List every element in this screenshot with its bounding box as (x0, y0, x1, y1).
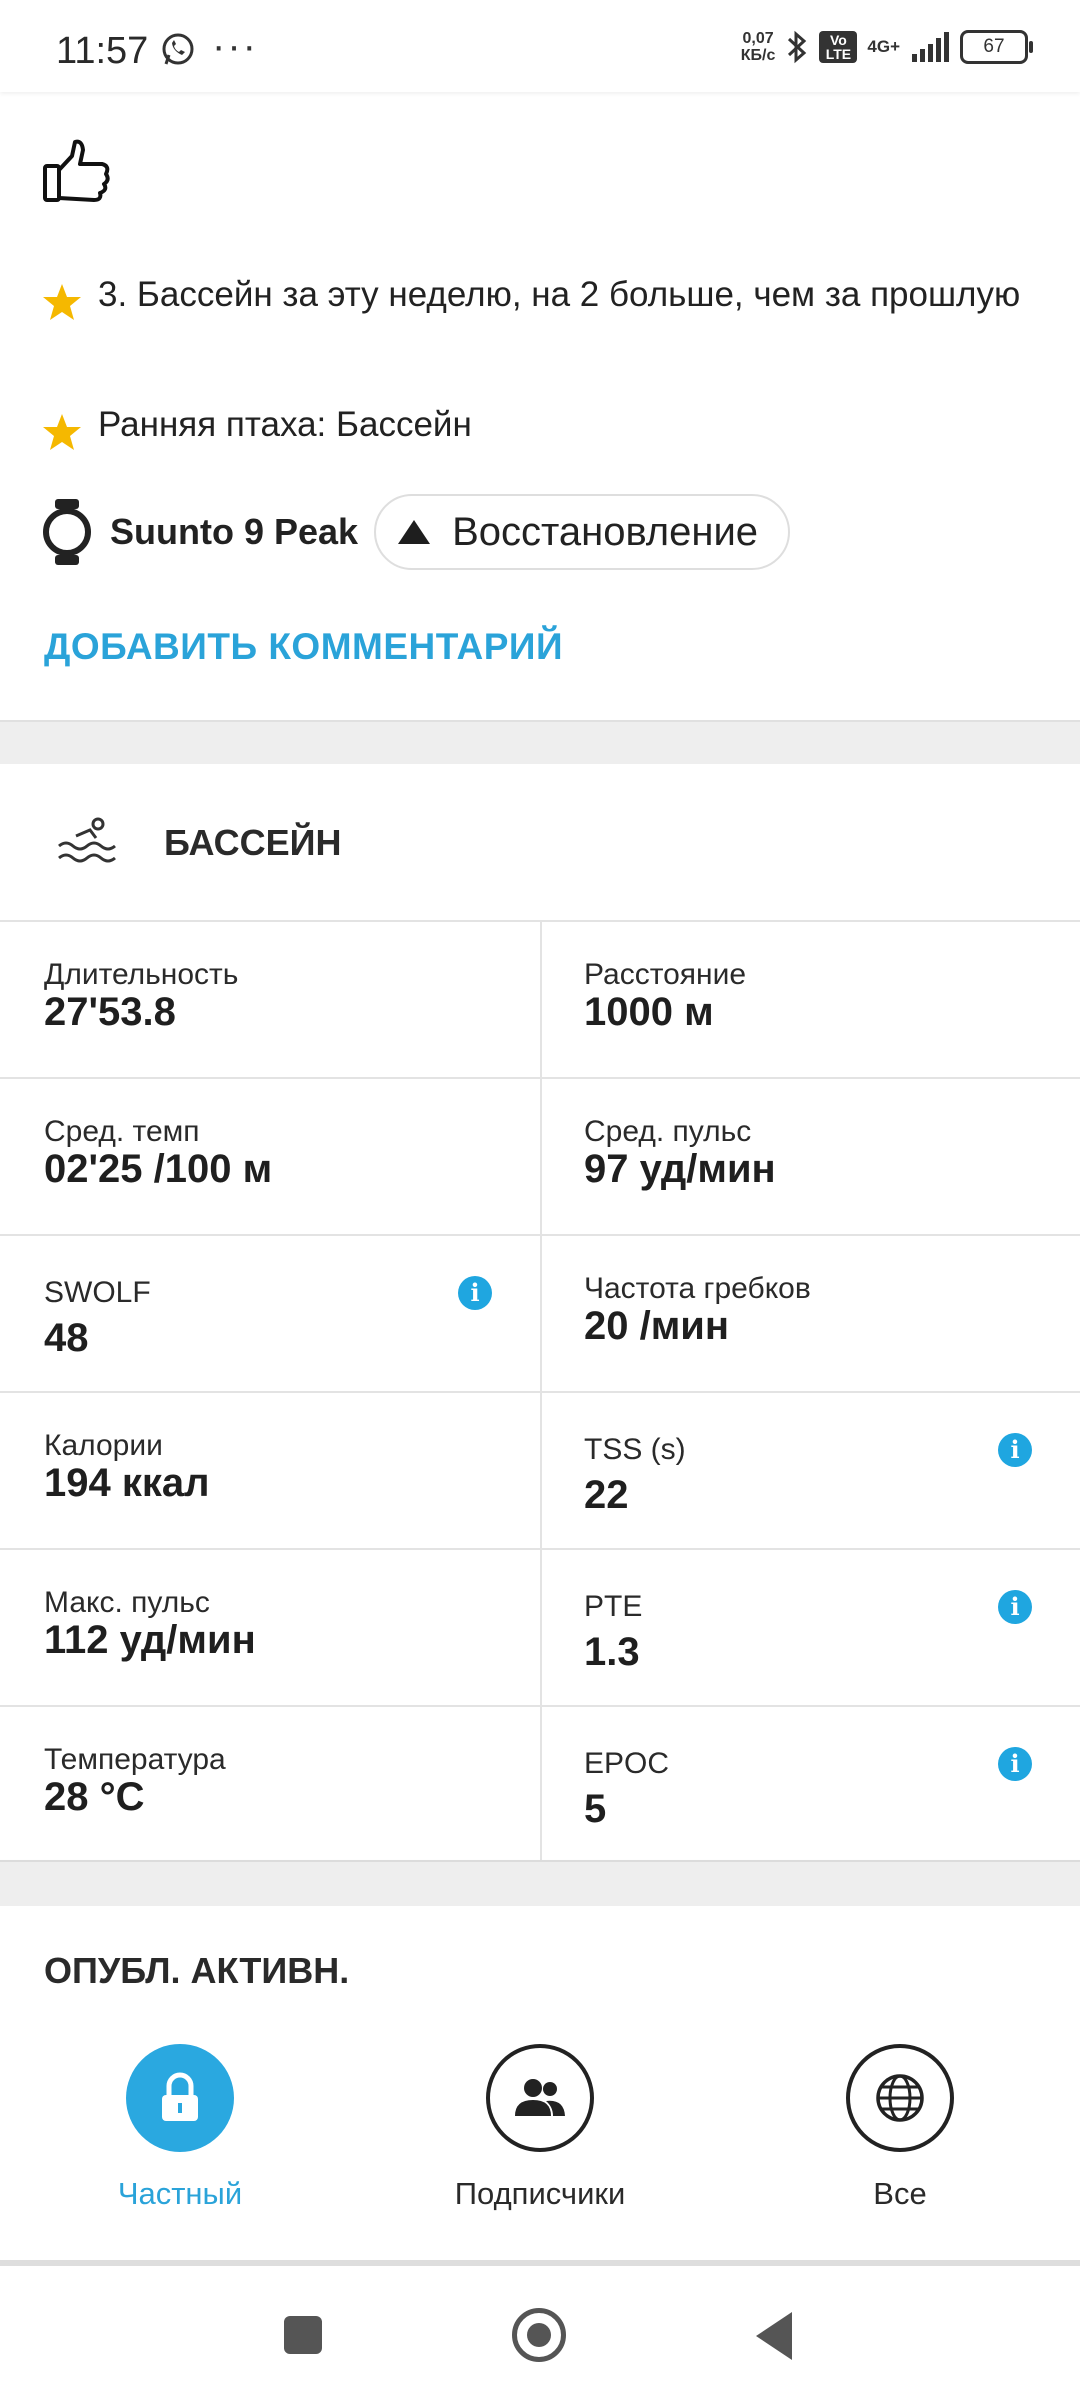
volte-badge: Vo LTE (819, 31, 858, 63)
activity-title: БАССЕЙН (164, 822, 342, 863)
stat-value: 1.3 (584, 1630, 640, 1674)
followers-icon[interactable] (486, 2044, 594, 2152)
add-comment-button[interactable]: ДОБАВИТЬ КОММЕНТАРИЙ (44, 626, 563, 668)
stat-value: 194 ккал (44, 1461, 210, 1505)
stat-label: Макс. пульс (44, 1586, 210, 1619)
stat-value: 28 °C (44, 1775, 145, 1819)
battery-icon: 67 (960, 30, 1033, 64)
stat-label: Частота гребков (584, 1272, 811, 1305)
visibility-followers-option[interactable]: Подписчики (410, 2044, 670, 2212)
whatsapp-icon (162, 33, 194, 65)
stat-epoc: EPOC 5 i (540, 1705, 1080, 1862)
stat-value: 27'53.8 (44, 990, 176, 1034)
stat-label: Сред. пульс (584, 1115, 752, 1148)
stat-tss: TSS (s) 22 i (540, 1391, 1080, 1548)
info-icon[interactable]: i (458, 1276, 492, 1310)
achievement-item: Ранняя птаха: Бассейн (42, 406, 1038, 452)
stat-label: Сред. темп (44, 1115, 200, 1148)
stat-value: 5 (584, 1787, 607, 1831)
achievement-item: 3. Бассейн за эту неделю, на 2 больше, ч… (42, 276, 1038, 322)
stat-value: 20 /мин (584, 1304, 730, 1348)
stat-calories: Калории 194 ккал (0, 1391, 540, 1548)
globe-icon[interactable] (846, 2044, 954, 2152)
back-button[interactable] (756, 2312, 792, 2360)
stat-swolf: SWOLF 48 i (0, 1234, 540, 1391)
stat-duration: Длительность 27'53.8 (0, 920, 540, 1077)
stat-distance: Расстояние 1000 м (540, 920, 1080, 1077)
info-icon[interactable]: i (998, 1433, 1032, 1467)
network-type: 4G+ (867, 37, 900, 56)
star-icon (43, 284, 81, 320)
bluetooth-icon (788, 30, 807, 64)
achievement-text: 3. Бассейн за эту неделю, на 2 больше, ч… (98, 275, 1021, 314)
info-icon[interactable]: i (998, 1747, 1032, 1781)
stat-label: TSS (s) (584, 1433, 686, 1466)
stat-label: Расстояние (584, 958, 747, 991)
stat-value: 112 уд/мин (44, 1618, 256, 1662)
stat-label: Длительность (44, 958, 239, 991)
info-icon[interactable]: i (998, 1590, 1032, 1624)
speed-value: 0,07 (742, 30, 774, 47)
option-label: Частный (117, 2176, 243, 2211)
stat-label: Калории (44, 1429, 163, 1462)
speed-unit: КБ/с (740, 47, 776, 64)
thumbs-up-icon[interactable] (42, 136, 112, 206)
section-divider (0, 720, 1080, 766)
divider (0, 2260, 1080, 2266)
watch-icon (43, 499, 91, 565)
device-name: Suunto 9 Peak (110, 511, 359, 552)
status-bar: 11:57 ··· 0,07 КБ/с Vo LTE 4G+ 67 (0, 0, 1080, 92)
status-time: 11:57 (56, 30, 149, 72)
visibility-private-option[interactable]: Частный (50, 2044, 310, 2212)
achievement-text: Ранняя птаха: Бассейн (98, 405, 472, 444)
stat-label: EPOC (584, 1747, 670, 1780)
stat-stroke-rate: Частота гребков 20 /мин (540, 1234, 1080, 1391)
star-icon (43, 414, 81, 450)
swimming-icon (58, 817, 116, 863)
visibility-everyone-option[interactable]: Все (770, 2044, 1030, 2212)
stat-label: PTE (584, 1590, 643, 1623)
home-button[interactable] (512, 2308, 566, 2362)
stat-value: 02'25 /100 м (44, 1147, 273, 1191)
activity-header: БАССЕЙН (0, 764, 1080, 920)
device-row: Suunto 9 Peak Восстановление (42, 494, 791, 570)
stat-value: 97 уд/мин (584, 1147, 776, 1191)
option-label: Подписчики (454, 2176, 626, 2211)
stat-temperature: Температура 28 °C (0, 1705, 540, 1862)
system-nav-bar (0, 2268, 1080, 2400)
stat-avg-pace: Сред. темп 02'25 /100 м (0, 1077, 540, 1234)
stat-value: 48 (44, 1316, 89, 1360)
section-divider (0, 1862, 1080, 1906)
more-notifications-icon: ··· (212, 24, 258, 68)
stat-label: Температура (44, 1743, 226, 1776)
lock-icon[interactable] (126, 2044, 234, 2152)
recovery-label: Восстановление (452, 509, 759, 554)
stat-avg-hr: Сред. пульс 97 уд/мин (540, 1077, 1080, 1234)
option-label: Все (873, 2176, 927, 2211)
recents-button[interactable] (284, 2316, 322, 2354)
network-speed: 0,07 КБ/с (741, 30, 776, 64)
stat-pte: PTE 1.3 i (540, 1548, 1080, 1705)
stat-max-hr: Макс. пульс 112 уд/мин (0, 1548, 540, 1705)
recovery-tag[interactable]: Восстановление (374, 494, 791, 570)
battery-level: 67 (983, 36, 1005, 57)
publish-title: ОПУБЛ. АКТИВН. (44, 1950, 350, 1991)
stat-value: 22 (584, 1473, 629, 1517)
stat-value: 1000 м (584, 990, 714, 1034)
stat-label: SWOLF (44, 1276, 151, 1309)
signal-icon (912, 32, 949, 62)
triangle-icon (398, 520, 431, 544)
